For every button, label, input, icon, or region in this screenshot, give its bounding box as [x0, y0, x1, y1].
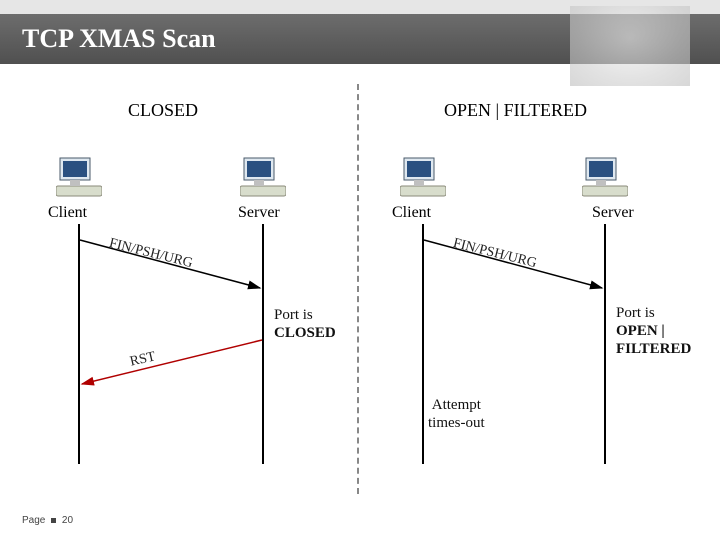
open-note-line3: FILTERED — [616, 341, 691, 357]
computer-icon — [582, 156, 628, 198]
open-heading: OPEN | FILTERED — [444, 100, 587, 121]
page-footer: Page 20 — [22, 515, 73, 526]
open-client-label: Client — [392, 204, 431, 222]
open-note-line2: OPEN | — [616, 323, 665, 339]
computer-icon — [400, 156, 446, 198]
open-server-label: Server — [592, 204, 634, 222]
open-timeout-line2: times-out — [428, 415, 485, 431]
footer-page-num: 20 — [62, 515, 73, 526]
computer-icon — [56, 156, 102, 198]
closed-client-label: Client — [48, 204, 87, 222]
closed-packet2-arrow — [78, 334, 264, 399]
slide-title: TCP XMAS Scan — [22, 24, 216, 54]
scenario-divider — [357, 84, 359, 494]
footer-page-label: Page — [22, 515, 45, 526]
closed-port-note: Port is CLOSED — [274, 306, 336, 342]
open-timeout-line1: Attempt — [432, 397, 481, 413]
closed-note-line1: Port is — [274, 307, 313, 323]
open-port-note: Port is OPEN | FILTERED — [616, 304, 691, 358]
open-note-line1: Port is — [616, 305, 655, 321]
slide-header: TCP XMAS Scan — [0, 0, 720, 64]
footer-bullet-icon — [51, 518, 56, 523]
open-timeout-note: Attempt times-out — [428, 396, 485, 432]
closed-server-label: Server — [238, 204, 280, 222]
closed-heading: CLOSED — [128, 100, 198, 121]
closed-note-line2: CLOSED — [274, 325, 336, 341]
header-main-bar: TCP XMAS Scan — [0, 14, 720, 64]
diagram-area: CLOSED Client Server FIN/PSH/URG Port is… — [0, 64, 720, 504]
computer-icon — [240, 156, 286, 198]
